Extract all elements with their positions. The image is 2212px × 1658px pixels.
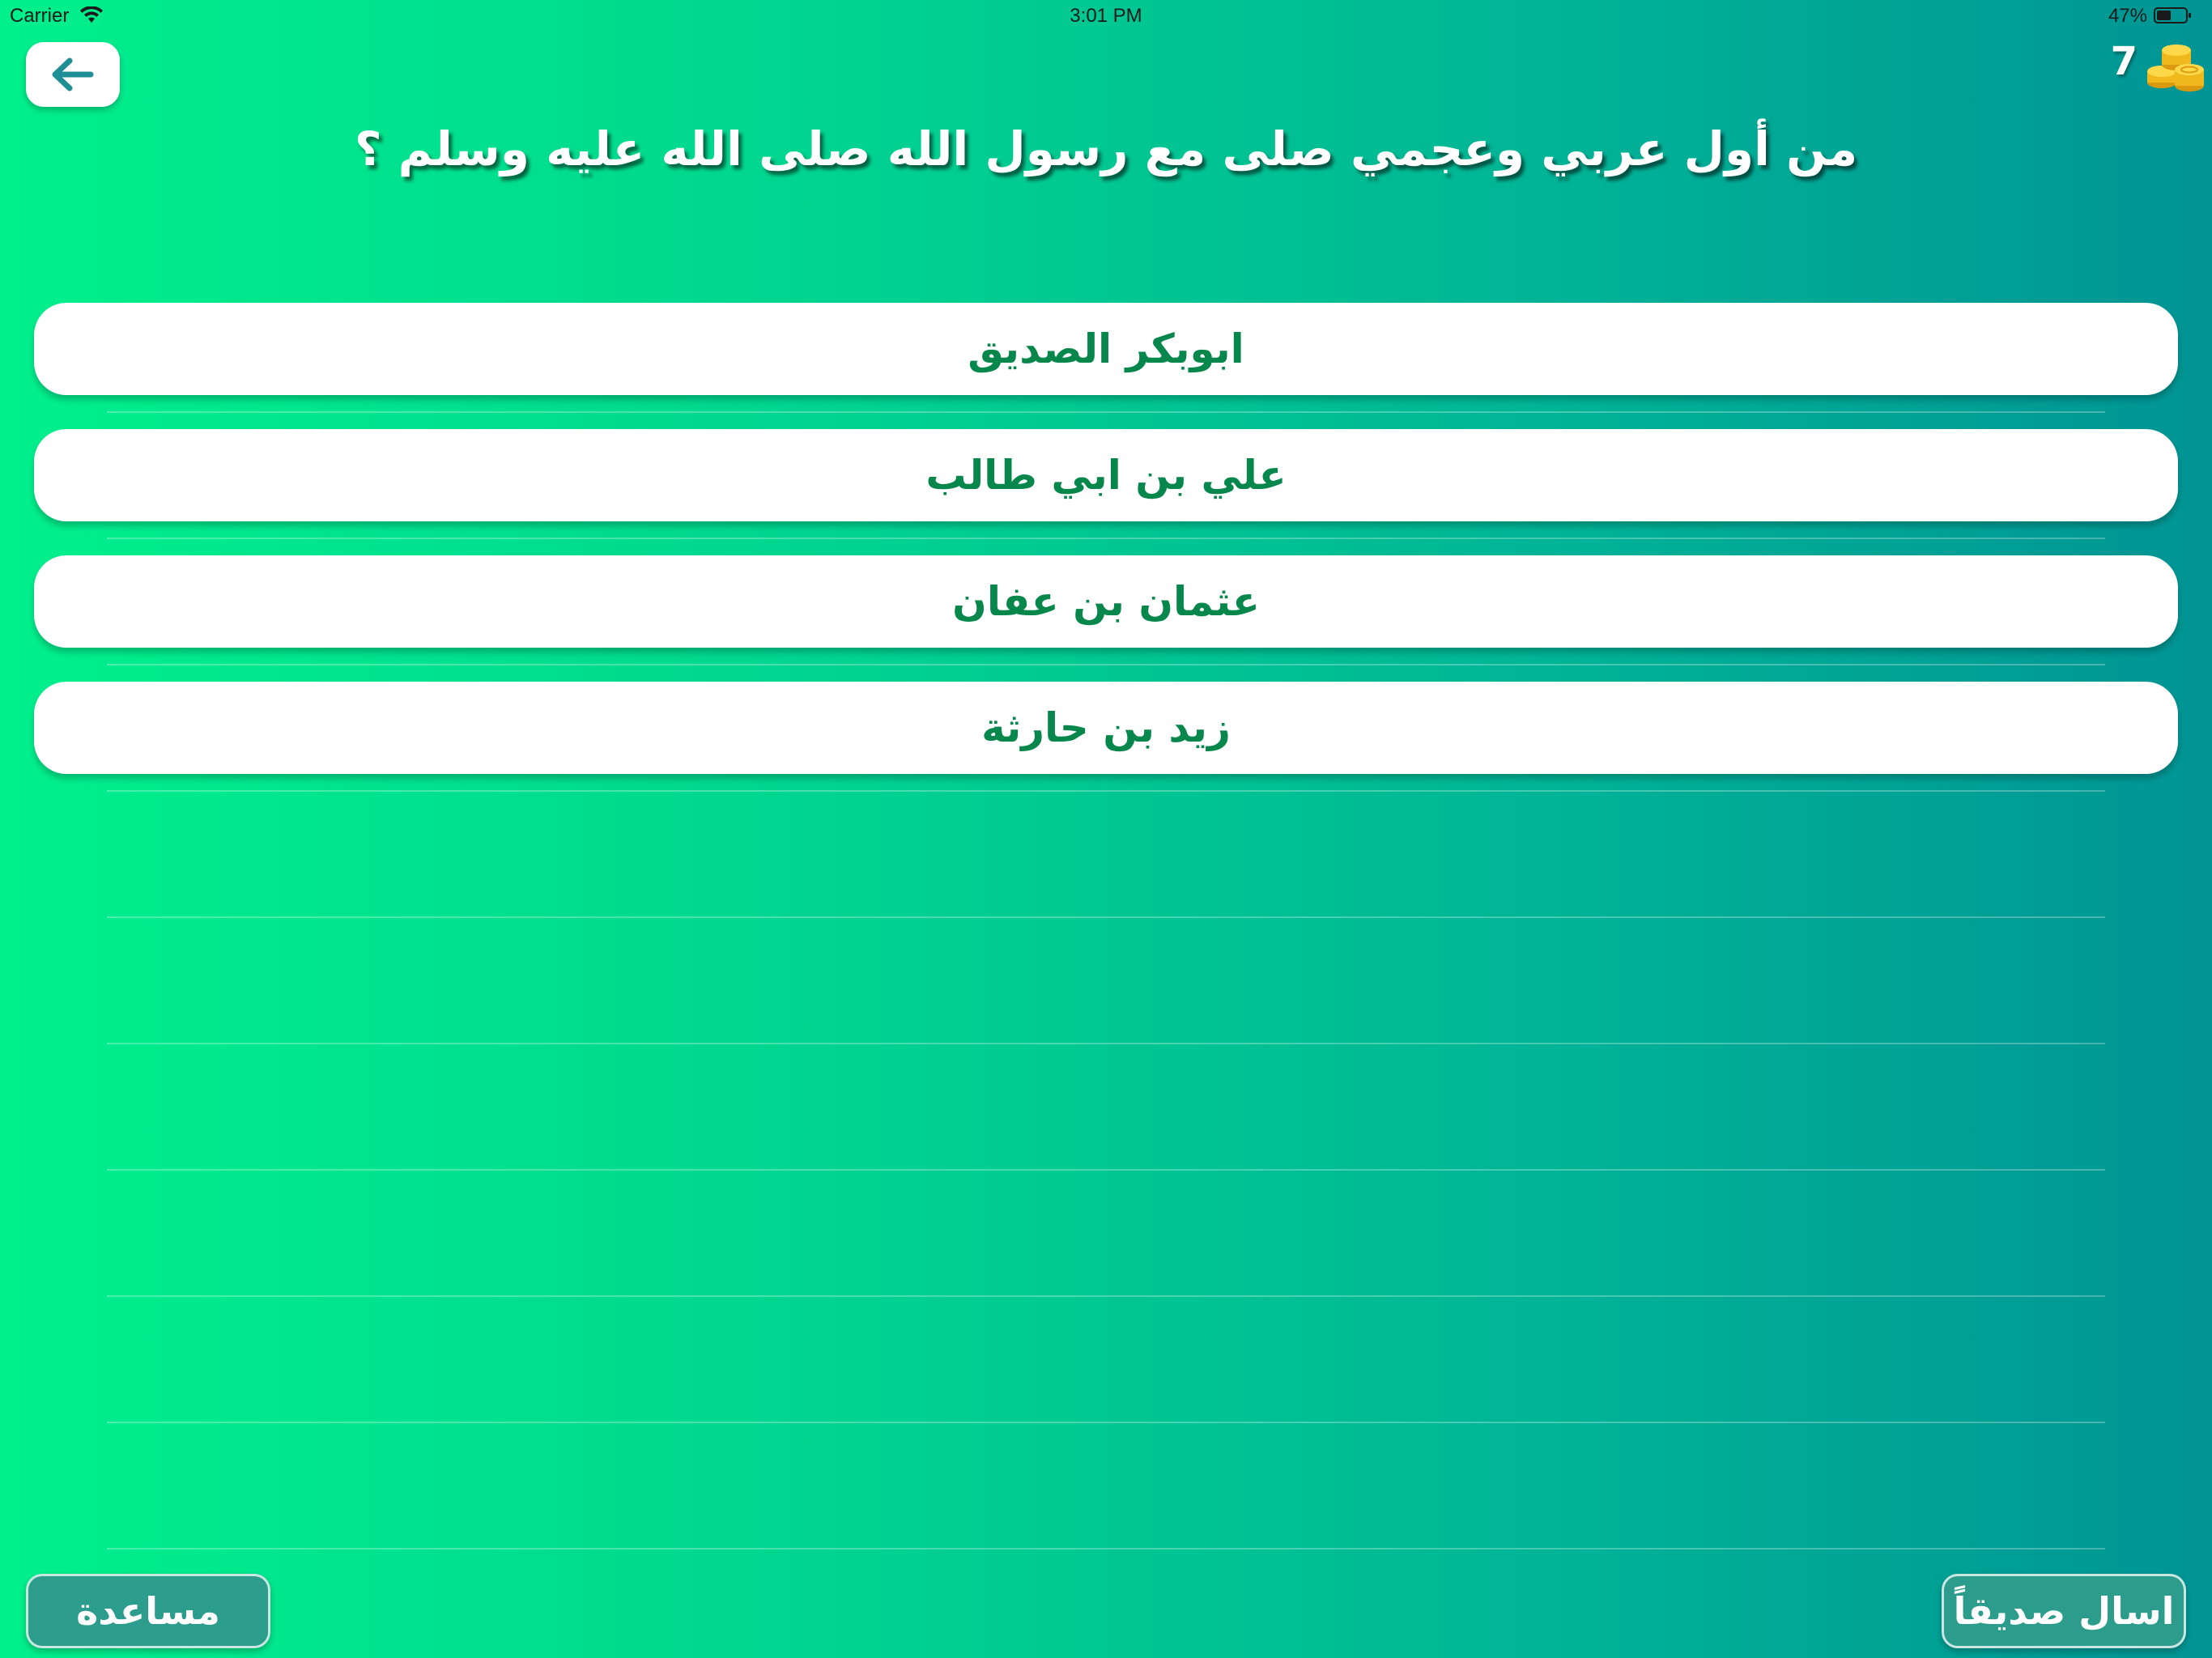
help-button[interactable]: مساعدة	[26, 1574, 270, 1648]
divider-line	[107, 916, 2105, 918]
coins-count: 7	[2110, 39, 2138, 84]
back-button[interactable]	[26, 42, 120, 107]
question-text: من أول عربي وعجمي صلى مع رسول الله صلى ا…	[354, 121, 1858, 176]
answer-option-1[interactable]: ابوبكر الصديق	[34, 303, 2178, 395]
status-bar: Carrier 3:01 PM 47%	[0, 0, 2212, 32]
divider-line	[107, 1169, 2105, 1171]
divider-line	[107, 1043, 2105, 1044]
arrow-left-icon	[52, 57, 94, 91]
clock-label: 3:01 PM	[1070, 5, 1142, 27]
divider-line	[107, 1295, 2105, 1297]
answer-option-3[interactable]: عثمان بن عفان	[34, 555, 2178, 648]
divider-line	[107, 538, 2105, 539]
answer-option-4[interactable]: زيد بن حارثة	[34, 682, 2178, 774]
gold-coins-icon	[2147, 45, 2204, 91]
divider-line	[107, 664, 2105, 665]
divider-line	[107, 411, 2105, 413]
battery-percent: 47%	[2108, 5, 2147, 27]
battery-icon	[2154, 7, 2191, 23]
divider-line	[107, 1548, 2105, 1550]
divider-line	[107, 1422, 2105, 1423]
answer-option-2[interactable]: علي بن ابي طالب	[34, 429, 2178, 521]
divider-line	[107, 790, 2105, 792]
ask-friend-button[interactable]: اسال صديقاً	[1942, 1574, 2186, 1648]
